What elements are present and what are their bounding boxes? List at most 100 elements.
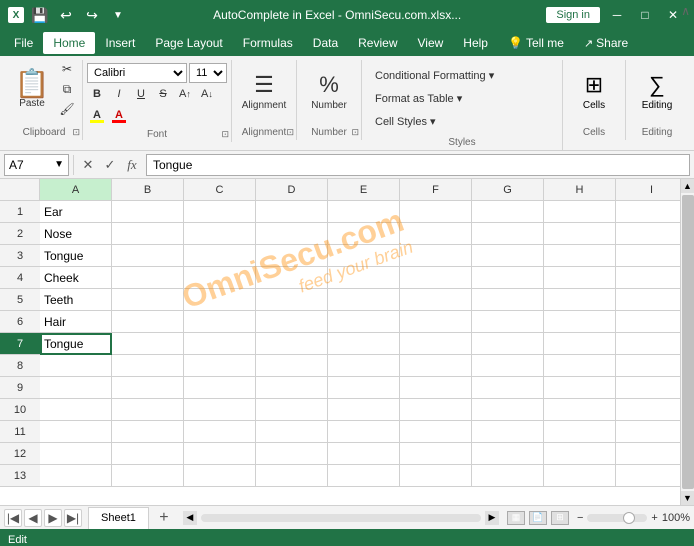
cell-h7[interactable] xyxy=(544,333,616,355)
cell-d8[interactable] xyxy=(256,355,328,377)
cell-b10[interactable] xyxy=(112,399,184,421)
row-2-header[interactable]: 2 xyxy=(0,223,40,245)
cell-a1[interactable]: Ear xyxy=(40,201,112,223)
font-color-button[interactable]: A xyxy=(109,106,129,124)
cell-i10[interactable] xyxy=(616,399,680,421)
cell-a11[interactable] xyxy=(40,421,112,443)
clipboard-expand-icon[interactable]: ⊡ xyxy=(72,127,80,138)
normal-view-btn[interactable]: ▦ xyxy=(507,511,525,525)
font-name-select[interactable]: Calibri xyxy=(87,63,187,83)
cell-a10[interactable] xyxy=(40,399,112,421)
cell-f10[interactable] xyxy=(400,399,472,421)
cell-d10[interactable] xyxy=(256,399,328,421)
cell-h2[interactable] xyxy=(544,223,616,245)
cell-h13[interactable] xyxy=(544,465,616,487)
cell-c6[interactable] xyxy=(184,311,256,333)
cell-i13[interactable] xyxy=(616,465,680,487)
format-painter-button[interactable]: 🖌 xyxy=(56,100,78,118)
cancel-formula-btn[interactable]: ✕ xyxy=(78,155,98,175)
cell-b13[interactable] xyxy=(112,465,184,487)
col-d-header[interactable]: D xyxy=(256,179,328,201)
scroll-up-btn[interactable]: ▲ xyxy=(681,179,694,193)
cell-i8[interactable] xyxy=(616,355,680,377)
bold-button[interactable]: B xyxy=(87,85,107,103)
row-7-header[interactable]: 7 xyxy=(0,333,40,355)
cell-d3[interactable] xyxy=(256,245,328,267)
cell-b9[interactable] xyxy=(112,377,184,399)
row-10-header[interactable]: 10 xyxy=(0,399,40,421)
cell-c13[interactable] xyxy=(184,465,256,487)
row-12-header[interactable]: 12 xyxy=(0,443,40,465)
number-expand-icon[interactable]: ⊡ xyxy=(351,127,359,138)
row-6-header[interactable]: 6 xyxy=(0,311,40,333)
cell-e4[interactable] xyxy=(328,267,400,289)
sign-in-button[interactable]: Sign in xyxy=(546,7,600,23)
col-i-header[interactable]: I xyxy=(616,179,680,201)
cell-f7[interactable] xyxy=(400,333,472,355)
cell-d11[interactable] xyxy=(256,421,328,443)
cell-d7[interactable] xyxy=(256,333,328,355)
cell-h3[interactable] xyxy=(544,245,616,267)
redo-btn[interactable]: ↪ xyxy=(82,5,102,25)
font-expand-icon[interactable]: ⊡ xyxy=(221,129,229,140)
cell-b4[interactable] xyxy=(112,267,184,289)
cell-i3[interactable] xyxy=(616,245,680,267)
zoom-plus-btn[interactable]: + xyxy=(651,512,657,524)
cell-h6[interactable] xyxy=(544,311,616,333)
cell-g2[interactable] xyxy=(472,223,544,245)
insert-function-btn[interactable]: fx xyxy=(122,155,142,175)
cell-a8[interactable] xyxy=(40,355,112,377)
cell-g11[interactable] xyxy=(472,421,544,443)
cell-h9[interactable] xyxy=(544,377,616,399)
page-layout-view-btn[interactable]: 📄 xyxy=(529,511,547,525)
cell-g6[interactable] xyxy=(472,311,544,333)
cell-h4[interactable] xyxy=(544,267,616,289)
font-size-select[interactable]: 11 xyxy=(189,63,227,83)
fill-color-button[interactable]: A xyxy=(87,106,107,124)
last-sheet-btn[interactable]: ▶| xyxy=(64,509,82,527)
customize-quick-btn[interactable]: ▼ xyxy=(108,5,128,25)
col-h-header[interactable]: H xyxy=(544,179,616,201)
cell-a6[interactable]: Hair xyxy=(40,311,112,333)
menu-insert[interactable]: Insert xyxy=(95,32,145,54)
cell-e1[interactable] xyxy=(328,201,400,223)
collapse-ribbon-icon[interactable]: ∧ xyxy=(681,4,690,18)
menu-review[interactable]: Review xyxy=(348,32,407,54)
col-a-header[interactable]: A xyxy=(40,179,112,201)
cell-c11[interactable] xyxy=(184,421,256,443)
row-11-header[interactable]: 11 xyxy=(0,421,40,443)
vertical-scrollbar[interactable]: ▲ ▼ xyxy=(680,179,694,505)
cell-h10[interactable] xyxy=(544,399,616,421)
cell-e6[interactable] xyxy=(328,311,400,333)
row-4-header[interactable]: 4 xyxy=(0,267,40,289)
cell-g12[interactable] xyxy=(472,443,544,465)
cell-f8[interactable] xyxy=(400,355,472,377)
cell-f1[interactable] xyxy=(400,201,472,223)
row-8-header[interactable]: 8 xyxy=(0,355,40,377)
cell-f11[interactable] xyxy=(400,421,472,443)
cell-b5[interactable] xyxy=(112,289,184,311)
cell-i2[interactable] xyxy=(616,223,680,245)
cell-f3[interactable] xyxy=(400,245,472,267)
cell-h5[interactable] xyxy=(544,289,616,311)
cell-a7[interactable]: Tongue xyxy=(40,333,112,355)
cell-c5[interactable] xyxy=(184,289,256,311)
cell-b2[interactable] xyxy=(112,223,184,245)
cell-d9[interactable] xyxy=(256,377,328,399)
scroll-thumb[interactable] xyxy=(682,195,694,489)
cell-g10[interactable] xyxy=(472,399,544,421)
cell-a5[interactable]: Teeth xyxy=(40,289,112,311)
menu-help[interactable]: Help xyxy=(453,32,498,54)
corner-cell[interactable] xyxy=(0,179,40,201)
cell-a4[interactable]: Cheek xyxy=(40,267,112,289)
horizontal-scroll-bar[interactable] xyxy=(201,514,481,522)
cell-styles-button[interactable]: Cell Styles ▾ xyxy=(368,110,556,132)
cell-b3[interactable] xyxy=(112,245,184,267)
paste-button[interactable]: 📋 Paste xyxy=(10,60,54,118)
cut-button[interactable]: ✂ xyxy=(56,60,78,78)
col-e-header[interactable]: E xyxy=(328,179,400,201)
cells-button[interactable]: ⊞ Cells xyxy=(571,62,617,120)
cell-e12[interactable] xyxy=(328,443,400,465)
zoom-slider[interactable] xyxy=(587,514,647,522)
cell-c4[interactable] xyxy=(184,267,256,289)
